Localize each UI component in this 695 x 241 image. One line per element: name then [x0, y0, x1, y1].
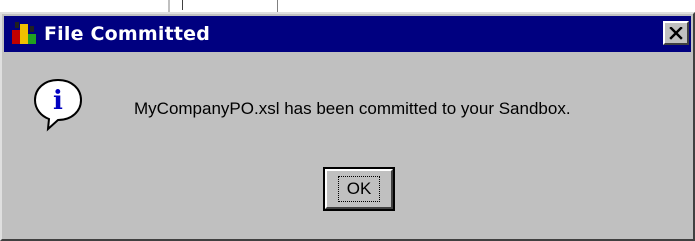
background-divider	[182, 0, 183, 10]
background-window-fragment	[168, 0, 278, 12]
ok-button[interactable]: OK	[323, 167, 395, 211]
dialog-title: File Committed	[44, 23, 211, 45]
close-button[interactable]	[663, 21, 689, 45]
title-bar[interactable]: File Committed	[4, 16, 691, 52]
information-icon: i	[33, 78, 83, 132]
information-glyph: i	[53, 86, 63, 116]
application-icon	[12, 22, 38, 46]
close-icon	[669, 26, 683, 40]
message-text: MyCompanyPO.xsl has been committed to yo…	[134, 99, 571, 118]
file-committed-dialog: File Committed i MyCompanyPO.xsl has bee…	[0, 12, 695, 241]
ok-button-face: OK	[325, 169, 393, 209]
ok-button-label: OK	[337, 176, 381, 202]
